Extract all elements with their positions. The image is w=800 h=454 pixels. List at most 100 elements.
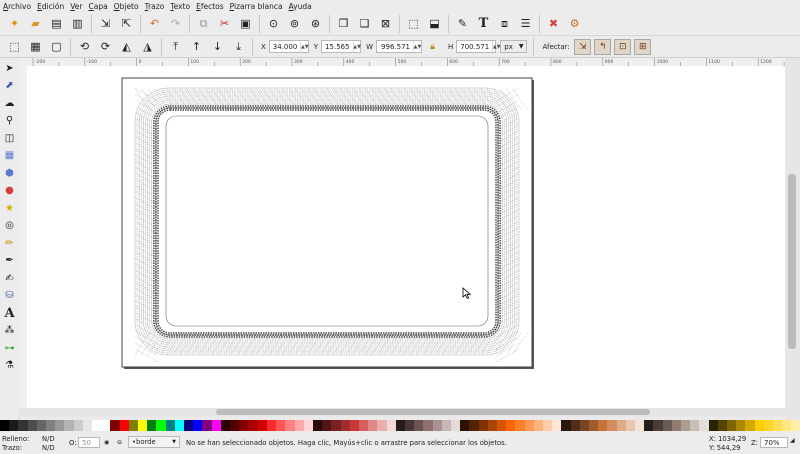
palette-swatch[interactable] (349, 420, 359, 431)
spin-arrows-icon[interactable]: ▲▼ (492, 41, 501, 52)
palette-swatch[interactable] (570, 420, 580, 431)
palette-swatch[interactable] (165, 420, 175, 431)
layer-visibility-icon[interactable]: ◉ (104, 439, 109, 446)
opacity-spinbox[interactable]: 50 (78, 437, 100, 448)
palette-swatch[interactable] (358, 420, 369, 431)
palette-swatch[interactable] (211, 420, 221, 431)
palette-swatch[interactable] (174, 420, 185, 431)
spin-arrows-icon[interactable]: ▲▼ (300, 41, 309, 52)
palette-swatch[interactable] (542, 420, 553, 431)
rotate-ccw-icon[interactable]: ⟲ (77, 39, 93, 55)
palette-swatch[interactable] (230, 420, 240, 431)
menu-pizarra-blanca[interactable]: Pizarra blanca (227, 2, 286, 11)
palette-swatch[interactable] (533, 420, 543, 431)
palette-swatch[interactable] (653, 420, 663, 431)
palette-swatch[interactable] (441, 420, 451, 431)
palette-swatch[interactable] (27, 420, 37, 431)
palette-swatch[interactable] (506, 420, 516, 431)
import-icon[interactable]: ⇲ (98, 16, 114, 32)
menu-capa[interactable]: Capa (85, 2, 110, 11)
palette-swatch[interactable] (561, 420, 571, 431)
palette-swatch[interactable] (294, 420, 304, 431)
tweak-tool-icon[interactable]: ☁ (2, 96, 17, 111)
raise-icon[interactable]: ↑ (189, 39, 205, 55)
spin-arrows-icon[interactable]: ▲▼ (352, 41, 361, 52)
guilloche-border-frame[interactable] (134, 87, 529, 363)
palette-swatch[interactable] (368, 420, 378, 431)
palette-swatch[interactable] (773, 420, 783, 431)
selector-tool-icon[interactable]: ➤ (2, 61, 17, 76)
resize-grip-icon[interactable]: ◢ (790, 437, 795, 444)
layer-lock-icon[interactable]: ⊖ (117, 439, 122, 446)
new-document-icon[interactable]: ✦ (7, 16, 23, 32)
lower-to-bottom-icon[interactable]: ⤓ (231, 39, 247, 55)
palette-swatch[interactable] (644, 420, 654, 431)
palette-swatch[interactable] (322, 420, 332, 431)
palette-swatch[interactable] (257, 420, 267, 431)
palette-swatch[interactable] (266, 420, 277, 431)
rotate-cw-icon[interactable]: ⟳ (98, 39, 114, 55)
palette-swatch[interactable] (699, 420, 709, 431)
palette-swatch[interactable] (276, 420, 286, 431)
fill-stroke-icon[interactable]: ✎ (455, 16, 471, 32)
palette-swatch[interactable] (184, 420, 194, 431)
affect-rounded-corners-button[interactable]: ↰ (594, 38, 612, 55)
pencil-tool-icon[interactable]: ✏ (2, 236, 17, 251)
spin-arrows-icon[interactable]: ▲▼ (413, 41, 421, 52)
palette-swatch[interactable] (782, 420, 792, 431)
layer-select[interactable]: •borde ▼ (128, 436, 180, 448)
palette-swatch[interactable] (377, 420, 387, 431)
print-icon[interactable]: ▥ (70, 16, 86, 32)
undo-icon[interactable]: ↶ (147, 16, 163, 32)
paint-bucket-tool-icon[interactable]: ⛁ (2, 288, 17, 303)
calligraphy-tool-icon[interactable]: ✍ (2, 271, 17, 286)
palette-swatch[interactable] (717, 420, 728, 431)
palette-swatch[interactable] (681, 420, 691, 431)
connector-tool-icon[interactable]: ⊶ (2, 341, 17, 356)
palette-swatch[interactable] (625, 420, 636, 431)
unit-select[interactable]: px ▼ (500, 40, 528, 53)
palette-swatch[interactable] (478, 420, 488, 431)
x-spinbox[interactable]: 34.000 ▲▼ (268, 40, 309, 53)
menu-objeto[interactable]: Objeto (111, 2, 142, 11)
lock-icon[interactable]: 🔒︎ (425, 39, 441, 55)
palette-swatch[interactable] (285, 420, 295, 431)
palette-swatch[interactable] (736, 420, 746, 431)
flip-vertical-icon[interactable]: ◮ (140, 39, 156, 55)
palette-swatch[interactable] (607, 420, 617, 431)
export-icon[interactable]: ⇱ (119, 16, 135, 32)
palette-swatch[interactable] (92, 420, 102, 431)
palette-swatch[interactable] (18, 420, 28, 431)
vertical-scrollbar[interactable] (785, 58, 800, 420)
palette-swatch[interactable] (524, 420, 534, 431)
palette-swatch[interactable] (9, 420, 19, 431)
menu-edicion[interactable]: Edición (34, 2, 67, 11)
menu-efectos[interactable]: Efectos (193, 2, 227, 11)
palette-swatch[interactable] (589, 420, 599, 431)
y-spinbox[interactable]: 15.565 ▲▼ (321, 40, 362, 53)
rectangle-tool-icon[interactable]: ▦ (2, 148, 17, 163)
palette-swatch[interactable] (690, 420, 700, 431)
palette-swatch[interactable] (119, 420, 129, 431)
palette-swatch[interactable] (754, 420, 764, 431)
star-tool-icon[interactable]: ★ (2, 201, 17, 216)
drawing-canvas[interactable] (27, 66, 785, 408)
paste-icon[interactable]: ▣ (238, 16, 254, 32)
palette-swatch[interactable] (635, 420, 645, 431)
horizontal-scrollbar[interactable] (19, 408, 785, 417)
xml-editor-icon[interactable]: ⧈ (497, 16, 513, 32)
deselect-icon[interactable]: ▢ (49, 39, 65, 55)
affect-gradient-button[interactable]: ⊡ (614, 38, 632, 55)
menu-texto[interactable]: Texto (167, 2, 193, 11)
palette-swatch[interactable] (414, 420, 424, 431)
zoom-drawing-icon[interactable]: ⊚ (287, 16, 303, 32)
duplicate-icon[interactable]: ❐ (336, 16, 352, 32)
select-all-icon[interactable]: ⬚ (7, 39, 23, 55)
cut-icon[interactable]: ✂ (217, 16, 233, 32)
menu-ver[interactable]: Ver (67, 2, 85, 11)
palette-swatch[interactable] (496, 420, 507, 431)
menu-ayuda[interactable]: Ayuda (286, 2, 315, 11)
palette-swatch[interactable] (432, 420, 442, 431)
clone-icon[interactable]: ❏ (357, 16, 373, 32)
3d-box-tool-icon[interactable]: ⬢ (2, 166, 17, 181)
